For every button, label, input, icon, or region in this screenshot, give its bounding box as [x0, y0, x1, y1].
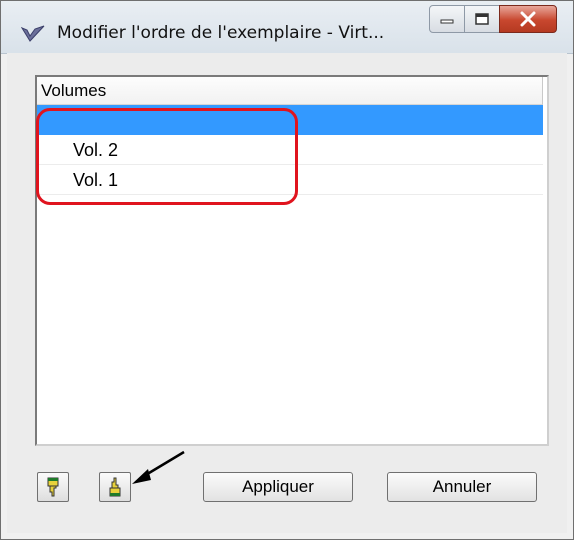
- move-up-button[interactable]: [99, 472, 131, 502]
- window-title: Modifier l'ordre de l'exemplaire - Virt.…: [57, 23, 385, 43]
- minimize-icon: [440, 19, 454, 24]
- minimize-button[interactable]: [429, 5, 465, 33]
- hand-pointing-up-icon: [109, 477, 121, 497]
- move-down-button[interactable]: [37, 472, 69, 502]
- dialog-window: Modifier l'ordre de l'exemplaire - Virt.…: [0, 0, 574, 540]
- apply-button[interactable]: Appliquer: [203, 472, 353, 502]
- annotation-highlight-box: [36, 108, 298, 205]
- maximize-icon: [475, 13, 489, 25]
- close-button[interactable]: [499, 5, 557, 33]
- checkmark-logo-icon: [21, 25, 45, 42]
- column-header-volumes[interactable]: Volumes: [37, 77, 543, 105]
- column-header-label: Volumes: [41, 81, 107, 100]
- close-icon: [520, 11, 536, 27]
- title-bar[interactable]: Modifier l'ordre de l'exemplaire - Virt.…: [1, 1, 573, 54]
- window-controls: [429, 5, 557, 35]
- cancel-button[interactable]: Annuler: [387, 472, 537, 502]
- maximize-button[interactable]: [464, 5, 500, 33]
- hand-pointing-down-icon: [47, 477, 59, 497]
